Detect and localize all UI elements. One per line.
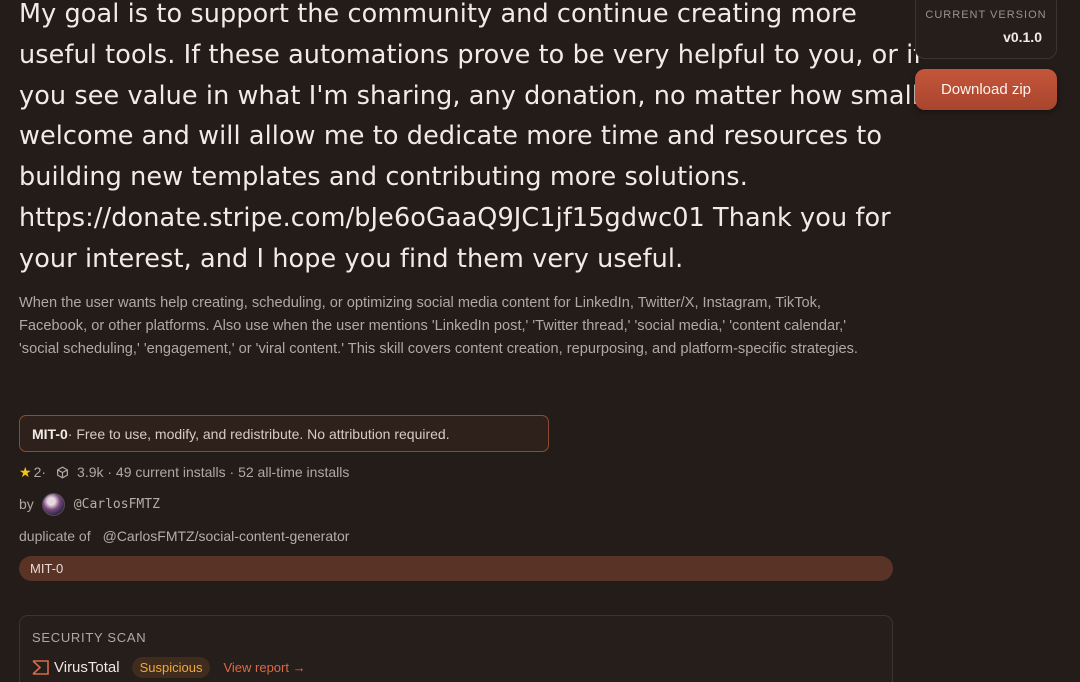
star-separator: · <box>41 464 47 480</box>
duplicate-link[interactable]: @CarlosFMTZ/social-content-generator <box>103 528 350 544</box>
description-line: your interest, and I hope you find them … <box>19 243 684 274</box>
avatar[interactable] <box>41 492 65 516</box>
license-description: · Free to use, modify, and redistribute.… <box>67 425 450 442</box>
view-report-link[interactable]: View report → <box>223 660 305 675</box>
version-label: CURRENT VERSION <box>925 9 1047 21</box>
author-handle[interactable]: @CarlosFMTZ <box>74 497 160 512</box>
license-notice: MIT-0 · Free to use, modify, and redistr… <box>19 415 549 452</box>
install-stats: 3.9k · 49 current installs · 52 all-time… <box>77 464 350 480</box>
author-line: by @CarlosFMTZ <box>19 492 160 516</box>
version-value: v0.1.0 <box>1003 29 1042 45</box>
version-card: CURRENT VERSION v0.1.0 <box>915 0 1057 59</box>
star-count: 2 <box>33 464 42 480</box>
download-zip-button[interactable]: Download zip <box>915 69 1057 110</box>
description-line: welcome and will allow me to dedicate mo… <box>19 121 883 152</box>
license-tag-label: MIT-0 <box>30 561 64 576</box>
skill-detail-page: My goal is to support the community and … <box>0 0 1080 682</box>
duplicate-line: duplicate of @CarlosFMTZ/social-content-… <box>19 526 349 546</box>
status-badge: Suspicious <box>131 656 211 678</box>
duplicate-label: duplicate of <box>19 528 91 544</box>
star-icon: ★ <box>19 463 32 480</box>
description-text: My goal is to support the community and … <box>19 0 956 280</box>
virustotal-label: VirusTotal <box>54 658 120 676</box>
description-line: building new templates and contributing … <box>19 162 748 193</box>
package-icon <box>56 466 69 479</box>
by-label: by <box>19 496 34 512</box>
security-scan-card: SECURITY SCAN VirusTotal Suspicious View… <box>19 615 893 682</box>
virustotal-row: VirusTotal Suspicious View report → <box>32 655 306 679</box>
skill-summary: When the user wants help creating, sched… <box>19 295 858 357</box>
description-line: https://donate.stripe.com/bJe6oGaaQ9JC1j… <box>19 202 891 233</box>
description-line: you see value in what I'm sharing, any d… <box>19 80 956 111</box>
description-line: My goal is to support the community and … <box>19 0 857 29</box>
description-line: useful tools. If these automations prove… <box>19 39 923 70</box>
stats-row: ★ 2 · 3.9k · 49 current installs · 52 al… <box>19 462 349 482</box>
security-scan-title: SECURITY SCAN <box>32 630 147 645</box>
license-name: MIT-0 <box>32 425 68 442</box>
virustotal-icon <box>32 659 49 675</box>
license-tag[interactable]: MIT-0 <box>19 556 893 581</box>
